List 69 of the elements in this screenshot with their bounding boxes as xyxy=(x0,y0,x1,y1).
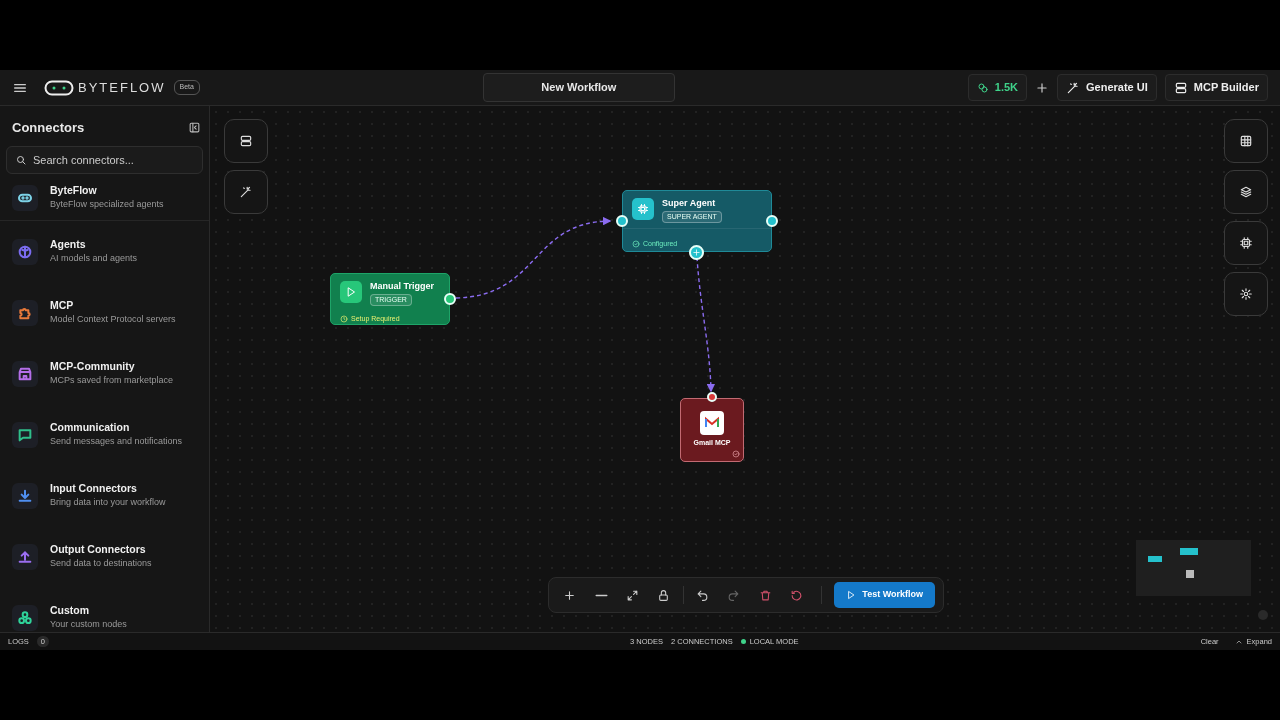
test-workflow-button[interactable]: Test Workflow xyxy=(834,582,935,608)
play-icon xyxy=(345,286,357,298)
zoom-out-icon xyxy=(594,593,608,597)
settings-icon xyxy=(1239,287,1253,301)
generate-ui-button[interactable]: Generate UI xyxy=(1057,74,1157,101)
magic-wand-icon xyxy=(1066,80,1081,95)
input-handle[interactable] xyxy=(707,392,717,402)
tool-button[interactable] xyxy=(1224,119,1268,163)
connector-category[interactable]: MCP-Community MCPs saved from marketplace xyxy=(0,343,209,404)
play-icon xyxy=(846,590,857,600)
category-title: Custom xyxy=(50,603,91,618)
tool-button[interactable] xyxy=(1224,170,1268,214)
sidebar-title: Connectors xyxy=(12,119,85,137)
category-title: MCP-Community xyxy=(50,359,136,374)
category-title: MCP xyxy=(50,298,75,313)
mcp-builder-button[interactable]: MCP Builder xyxy=(1164,74,1268,101)
connector-category[interactable]: MCP Model Context Protocol servers xyxy=(0,282,209,343)
add-icon xyxy=(692,248,701,257)
category-title: Communication xyxy=(50,420,131,435)
connector-category[interactable]: Agents AI models and agents xyxy=(0,221,209,282)
chip-icon xyxy=(637,203,649,215)
connector-category[interactable]: Communication Send messages and notifications xyxy=(0,404,209,465)
category-title: Agents xyxy=(50,237,87,252)
minimap-drawing xyxy=(1148,548,1198,578)
category-description: Send data to destinations xyxy=(50,556,152,570)
server-icon xyxy=(239,134,253,148)
search-field[interactable]: Search connectors... xyxy=(6,145,203,174)
category-description: ByteFlow specialized agents xyxy=(50,198,164,212)
category-title: Input Connectors xyxy=(50,481,138,496)
scroll-indicator xyxy=(1258,610,1268,620)
category-description: AI models and agents xyxy=(50,251,138,265)
connector-category[interactable]: ByteFlow ByteFlow specialized agents xyxy=(0,176,209,220)
tool-button[interactable] xyxy=(1224,221,1268,265)
layers-icon xyxy=(1239,185,1253,199)
trash-icon xyxy=(758,588,772,602)
chip-icon xyxy=(1239,236,1253,250)
coins-icon xyxy=(976,81,989,94)
connector-category[interactable]: Input Connectors Bring data into your workflow xyxy=(0,465,209,526)
fit-view-icon xyxy=(626,588,640,602)
category-description: Bring data into your workflow xyxy=(50,495,166,509)
node-title: Super Agent xyxy=(662,198,717,209)
connector-category[interactable]: Output Connectors Send data to destinations xyxy=(0,526,209,587)
node-title: Manual Trigger xyxy=(370,281,434,292)
add-icon[interactable] xyxy=(1035,80,1050,95)
category-description: Send messages and notifications xyxy=(50,434,183,448)
category-title: ByteFlow xyxy=(50,184,98,199)
category-description: Your custom nodes xyxy=(50,617,127,631)
undo-icon xyxy=(695,588,709,602)
zoom-in-icon xyxy=(563,588,577,602)
grid-icon xyxy=(1239,134,1253,148)
reset-icon xyxy=(790,588,804,602)
lock-icon xyxy=(657,588,671,602)
logo-text: BYTEFLOW xyxy=(78,78,166,97)
mail-icon xyxy=(700,411,724,435)
category-description: MCPs saved from marketplace xyxy=(50,373,174,387)
input-handle[interactable] xyxy=(616,215,628,227)
search-icon xyxy=(15,153,27,166)
redo-icon xyxy=(727,588,741,602)
minimap[interactable] xyxy=(1136,540,1251,596)
tool-button[interactable] xyxy=(224,119,268,163)
collapse-sidebar-icon[interactable] xyxy=(188,121,201,135)
server-icon xyxy=(1173,80,1188,95)
credits-counter[interactable]: 1.5K xyxy=(967,74,1028,101)
logo-icon xyxy=(44,79,74,96)
magic-wand-icon xyxy=(239,185,253,199)
workflow-title: New Workflow xyxy=(482,73,675,102)
category-description: Model Context Protocol servers xyxy=(50,312,176,326)
connector-category[interactable]: Custom Your custom nodes xyxy=(0,587,209,632)
category-title: Output Connectors xyxy=(50,542,147,557)
